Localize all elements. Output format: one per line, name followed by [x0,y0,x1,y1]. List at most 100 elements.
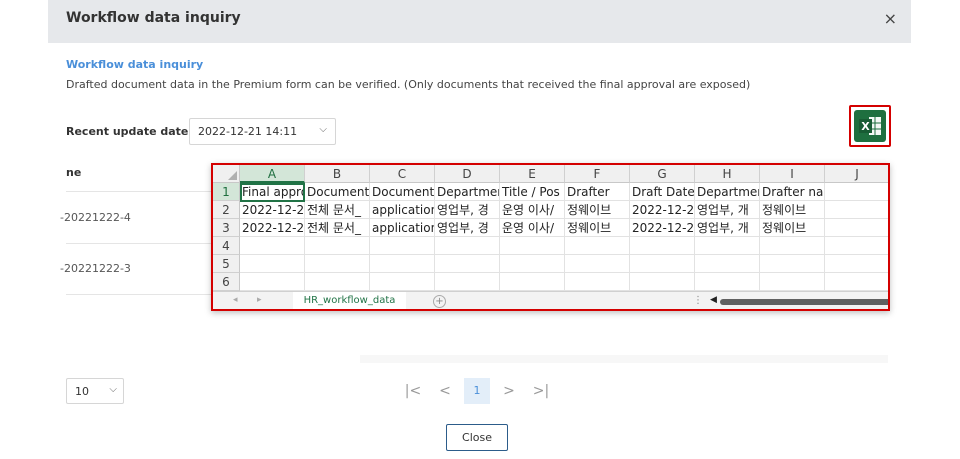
close-icon[interactable]: × [884,9,897,28]
sheet-cell[interactable]: 정웨이브 [760,201,825,219]
horizontal-scrollbar[interactable] [720,299,888,305]
sheet-cell[interactable] [305,255,370,273]
column-header[interactable]: J [825,165,888,183]
sheet-cell[interactable] [240,255,305,273]
sheet-cell[interactable] [825,201,888,219]
update-date-select[interactable]: 2022-12-21 14:11 ⌵ [189,118,336,145]
sheet-cell[interactable] [565,237,630,255]
sheet-cell[interactable] [305,273,370,291]
sheet-cell[interactable] [500,255,565,273]
excel-download-button[interactable]: X [849,105,891,147]
page-size-select[interactable]: 10 ⌵ [66,378,124,404]
sheet-cell[interactable] [630,255,695,273]
column-header[interactable]: C [370,165,435,183]
sheet-cell[interactable] [500,273,565,291]
column-header[interactable]: G [630,165,695,183]
sheet-cell[interactable] [240,273,305,291]
table-row[interactable]: -20221222-4 [60,211,131,224]
sheet-cell[interactable]: Document [370,183,435,201]
row-header[interactable]: 6 [213,273,240,291]
sheet-cell[interactable]: Drafter [565,183,630,201]
table-row[interactable]: -20221222-3 [60,262,131,275]
sheet-cell[interactable] [695,273,760,291]
sheet-cell[interactable]: 전체 문서_ [305,219,370,237]
sheet-cell[interactable] [370,273,435,291]
sheet-cell[interactable] [240,237,305,255]
column-header[interactable]: H [695,165,760,183]
row-header[interactable]: 1 [213,183,240,201]
table-footer-strip [360,355,888,363]
sheet-cell[interactable] [435,255,500,273]
sheet-cell[interactable] [825,255,888,273]
row-header[interactable]: 4 [213,237,240,255]
excel-icon: X [854,110,886,142]
sheet-cell[interactable] [565,255,630,273]
add-sheet-icon[interactable]: + [433,295,446,308]
row-header[interactable]: 2 [213,201,240,219]
sheet-cell[interactable] [435,273,500,291]
page-1-button[interactable]: 1 [464,378,490,404]
scroll-splitter-icon[interactable]: ⋮ [693,295,703,306]
column-header[interactable]: A [240,165,305,183]
prev-sheet-icon[interactable]: ◂ [233,295,238,305]
sheet-cell[interactable] [825,237,888,255]
sheet-cell[interactable] [565,273,630,291]
sheet-cell[interactable]: 운영 이사/ [500,201,565,219]
column-header[interactable]: I [760,165,825,183]
sheet-cell[interactable]: 정웨이브 [565,219,630,237]
prev-page-button[interactable]: < [432,378,458,404]
scroll-left-icon[interactable]: ◀ [710,295,717,305]
column-header[interactable]: B [305,165,370,183]
sheet-cell[interactable]: 2022-12-2 [240,201,305,219]
sheet-cell[interactable]: Title / Pos [500,183,565,201]
sheet-cell[interactable]: 정웨이브 [565,201,630,219]
next-sheet-icon[interactable]: ▸ [257,295,262,305]
sheet-cell[interactable] [500,237,565,255]
sheet-cell[interactable] [630,273,695,291]
sheet-cell[interactable] [760,237,825,255]
sheet-tab[interactable]: HR_workflow_data [293,292,406,309]
close-button[interactable]: Close [446,424,508,451]
sheet-cell[interactable]: 2022-12-2 [630,219,695,237]
sheet-cell[interactable]: Final appro [240,183,305,201]
sheet-cell[interactable]: Drafter name [760,183,825,201]
sheet-cell[interactable]: 2022-12-2 [240,219,305,237]
sheet-cell[interactable] [695,237,760,255]
row-header[interactable]: 5 [213,255,240,273]
column-header[interactable]: D [435,165,500,183]
sheet-cell[interactable] [825,219,888,237]
column-header[interactable]: E [500,165,565,183]
sheet-cell[interactable]: Departmer [435,183,500,201]
sheet-cell[interactable]: 영업부, 경 [435,201,500,219]
sheet-cell[interactable] [370,255,435,273]
excel-glyph: X [861,120,870,133]
sheet-cell[interactable]: 영업부, 개 [695,219,760,237]
sheet-cell[interactable]: 영업부, 개 [695,201,760,219]
last-page-button[interactable]: >| [528,378,554,404]
sheet-cell[interactable] [435,237,500,255]
first-page-button[interactable]: |< [400,378,426,404]
sheet-cell[interactable] [760,273,825,291]
column-header[interactable]: F [565,165,630,183]
sheet-tab-bar: ◂ ▸ HR_workflow_data + ⋮ ◀ [213,291,888,309]
sheet-cell[interactable]: 운영 이사/ [500,219,565,237]
sheet-cell[interactable] [695,255,760,273]
sheet-cell[interactable]: Draft Date [630,183,695,201]
sheet-cell[interactable] [305,237,370,255]
sheet-cell[interactable]: application [370,201,435,219]
sheet-cell[interactable]: application [370,219,435,237]
sheet-cell[interactable] [370,237,435,255]
sheet-cell[interactable]: 2022-12-2 [630,201,695,219]
sheet-cell[interactable]: 정웨이브 [760,219,825,237]
row-header[interactable]: 3 [213,219,240,237]
sheet-cell[interactable]: Departmer [695,183,760,201]
sheet-cell[interactable]: Document [305,183,370,201]
sheet-cell[interactable]: 전체 문서_ [305,201,370,219]
next-page-button[interactable]: > [496,378,522,404]
sheet-cell[interactable]: 영업부, 경 [435,219,500,237]
sheet-cell[interactable] [760,255,825,273]
sheet-cell[interactable] [825,273,888,291]
sheet-cell[interactable] [630,237,695,255]
sheet-cell[interactable] [825,183,888,201]
select-all-corner[interactable] [213,165,240,183]
